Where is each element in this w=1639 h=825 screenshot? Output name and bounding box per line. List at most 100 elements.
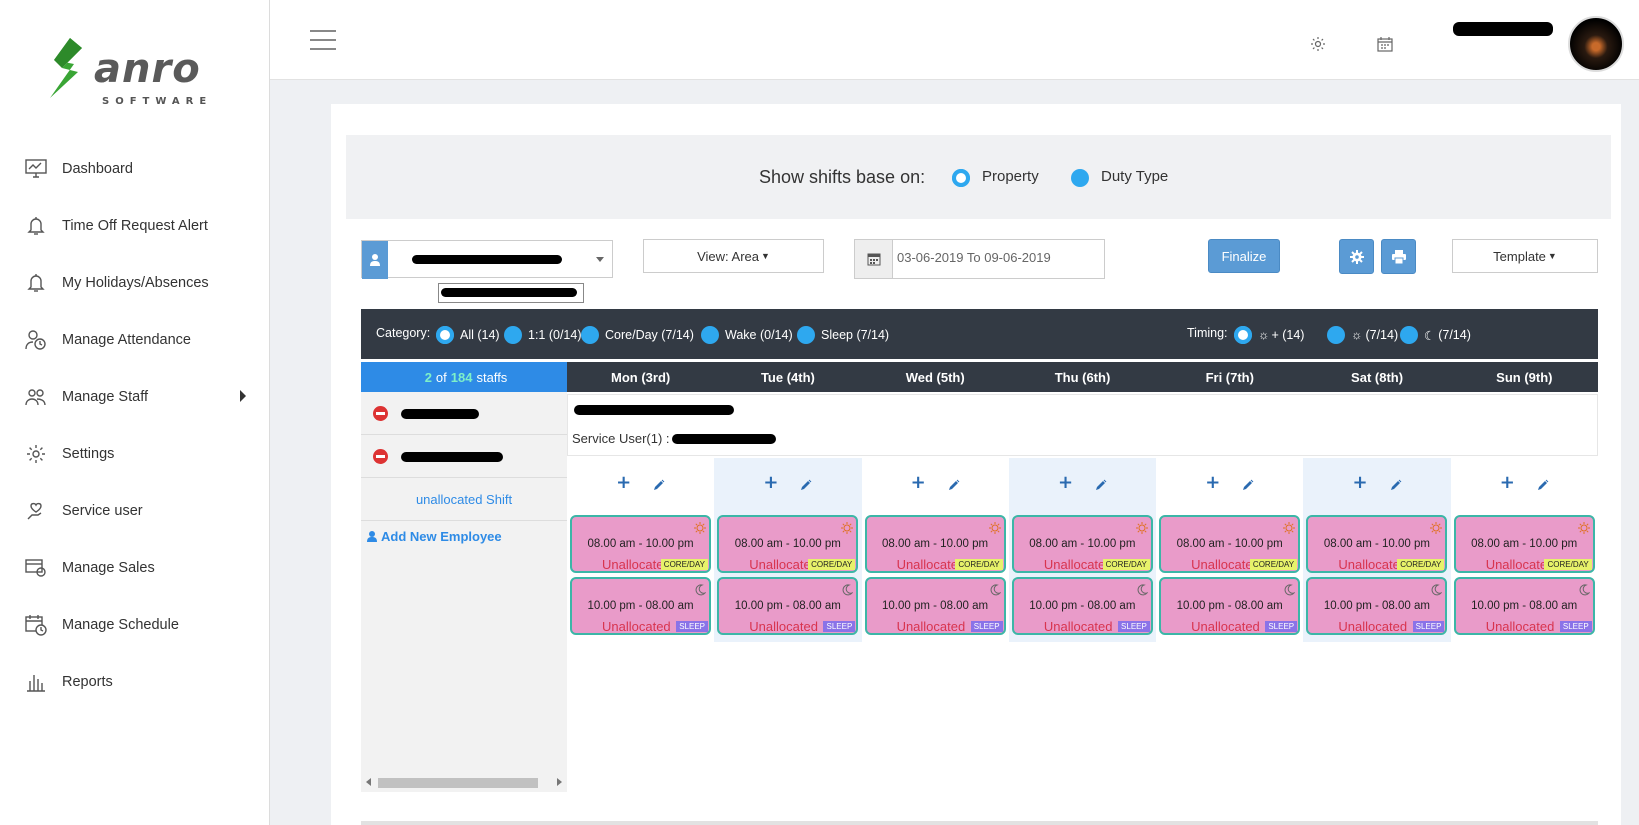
property-radio[interactable] <box>952 169 970 187</box>
sidebar-item-sales[interactable]: Manage Sales <box>0 539 270 596</box>
radio-timing-day[interactable] <box>1327 326 1345 344</box>
sidebar-item-settings[interactable]: Settings <box>0 425 270 482</box>
menu-toggle-icon[interactable] <box>310 30 336 50</box>
shift-card-night[interactable]: 10.00 pm - 08.00 am Unallocated SLEEP <box>1159 577 1301 635</box>
sidebar-item-staff[interactable]: Manage Staff <box>0 368 270 425</box>
shift-time: 08.00 am - 10.00 pm <box>1176 538 1283 550</box>
sidebar-item-label: Manage Schedule <box>62 616 179 633</box>
shift-card-day[interactable]: 08.00 am - 10.00 pm Unallocated CORE/DAY <box>1159 515 1301 573</box>
add-shift-icon[interactable]: + <box>911 474 926 495</box>
shift-tag: CORE/DAY <box>1102 559 1150 570</box>
shift-card-day[interactable]: 08.00 am - 10.00 pm Unallocated CORE/DAY <box>1011 515 1153 573</box>
scroll-right-icon[interactable] <box>557 778 562 786</box>
add-shift-icon[interactable]: + <box>616 474 631 495</box>
day-columns: +08.00 am - 10.00 pm Unallocated CORE/DAY 1… <box>567 458 1598 642</box>
shift-card-night[interactable]: 10.00 pm - 08.00 am Unallocated SLEEP <box>1011 577 1153 635</box>
shift-card-day[interactable]: 08.00 am - 10.00 pm Unallocated CORE/DAY <box>1306 515 1448 573</box>
sidebar-item-reports[interactable]: Reports <box>0 653 270 710</box>
shift-card-day[interactable]: 08.00 am - 10.00 pm Unallocated CORE/DAY <box>1453 515 1595 573</box>
radio-1to1[interactable] <box>504 326 522 344</box>
radio-sleep[interactable] <box>797 326 815 344</box>
sun-icon <box>988 519 1001 534</box>
date-range-input[interactable] <box>897 250 1097 265</box>
shift-card-day[interactable]: 08.00 am - 10.00 pm Unallocated CORE/DAY <box>717 515 859 573</box>
shift-card-night[interactable]: 10.00 pm - 08.00 am Unallocated SLEEP <box>1453 577 1595 635</box>
day-header: Mon (3rd) <box>611 369 671 385</box>
category-core-day[interactable]: Core/Day (7/14) <box>581 326 694 344</box>
shift-card-day[interactable]: 08.00 am - 10.00 pm Unallocated CORE/DAY <box>570 515 711 573</box>
user-name[interactable] <box>1453 22 1553 36</box>
shift-card-night[interactable]: 10.00 pm - 08.00 am Unallocated SLEEP <box>864 577 1006 635</box>
day-actions: + <box>1009 474 1156 495</box>
calendar-icon[interactable] <box>1377 36 1393 52</box>
add-shift-icon[interactable]: + <box>1500 474 1515 495</box>
timing-all[interactable]: ☼ + (14) <box>1234 326 1304 344</box>
view-area-dropdown[interactable]: View: Area ▼ <box>643 239 824 273</box>
day-actions: + <box>1451 474 1598 495</box>
shift-tag: CORE/DAY <box>1249 559 1298 570</box>
edit-icon[interactable] <box>1095 476 1107 495</box>
shift-card-night[interactable]: 10.00 pm - 08.00 am Unallocated SLEEP <box>570 577 711 635</box>
sidebar-item-schedule[interactable]: Manage Schedule <box>0 596 270 653</box>
add-shift-icon[interactable]: + <box>763 474 778 495</box>
template-dropdown[interactable]: Template ▼ <box>1452 239 1598 273</box>
edit-icon[interactable] <box>1390 476 1402 495</box>
service-user-label: Service User(1) : <box>572 431 670 446</box>
sidebar-item-service-user[interactable]: Service user <box>0 482 270 539</box>
radio-timing-all[interactable] <box>1234 326 1252 344</box>
edit-icon[interactable] <box>1242 476 1254 495</box>
add-new-employee-link[interactable]: Add New Employee <box>361 521 567 551</box>
sidebar-item-label: Settings <box>62 445 115 462</box>
timing-day[interactable]: ☼ (7/14) <box>1327 326 1398 344</box>
sidebar-item-dashboard[interactable]: Dashboard <box>0 140 270 197</box>
day-column: +08.00 am - 10.00 pm Unallocated CORE/DAY 1… <box>1451 458 1598 642</box>
timing-night[interactable]: ☾ (7/14) <box>1400 326 1471 344</box>
shift-time: 08.00 am - 10.00 pm <box>1323 538 1430 550</box>
scroll-left-icon[interactable] <box>366 778 371 786</box>
avatar[interactable] <box>1568 16 1624 72</box>
unallocated-shift-link[interactable]: unallocated Shift <box>361 478 567 521</box>
category-one-to-one[interactable]: 1:1 (0/14) <box>504 326 582 344</box>
shift-status: Unallocated <box>749 619 818 634</box>
print-button[interactable] <box>1381 239 1416 274</box>
edit-icon[interactable] <box>653 476 665 495</box>
edit-icon[interactable] <box>948 476 960 495</box>
add-shift-icon[interactable]: + <box>1353 474 1368 495</box>
settings-button[interactable] <box>1339 239 1374 274</box>
add-shift-icon[interactable]: + <box>1058 474 1073 495</box>
finalize-button[interactable]: Finalize <box>1208 239 1280 273</box>
shift-card-night[interactable]: 10.00 pm - 08.00 am Unallocated SLEEP <box>1306 577 1448 635</box>
shift-tag: SLEEP <box>1559 621 1592 632</box>
shift-card-night[interactable]: 10.00 pm - 08.00 am Unallocated SLEEP <box>717 577 859 635</box>
staff-row[interactable] <box>361 392 567 435</box>
radio-core-day[interactable] <box>581 326 599 344</box>
radio-all[interactable] <box>436 326 454 344</box>
remove-icon[interactable] <box>373 449 388 464</box>
sidebar-item-holidays[interactable]: My Holidays/Absences <box>0 254 270 311</box>
shift-time: 08.00 am - 10.00 pm <box>1471 538 1578 550</box>
horizontal-scrollbar[interactable] <box>361 774 567 790</box>
radio-wake[interactable] <box>701 326 719 344</box>
gear-icon[interactable] <box>1310 36 1326 52</box>
scroll-thumb[interactable] <box>378 778 538 788</box>
shift-card-day[interactable]: 08.00 am - 10.00 pm Unallocated CORE/DAY <box>864 515 1006 573</box>
sanro-logo[interactable]: anro SOFTWARE <box>48 38 218 110</box>
edit-icon[interactable] <box>800 476 812 495</box>
service-user-name <box>672 434 776 444</box>
sidebar-item-attendance[interactable]: Manage Attendance <box>0 311 270 368</box>
shift-tag: SLEEP <box>823 621 856 632</box>
property-select-value <box>412 255 562 264</box>
category-sleep[interactable]: Sleep (7/14) <box>797 326 889 344</box>
edit-icon[interactable] <box>1537 476 1549 495</box>
category-wake[interactable]: Wake (0/14) <box>701 326 793 344</box>
date-range-picker[interactable] <box>854 239 1105 279</box>
sun-icon <box>1283 519 1296 534</box>
sidebar-item-time-off[interactable]: Time Off Request Alert <box>0 197 270 254</box>
add-shift-icon[interactable]: + <box>1205 474 1220 495</box>
category-all[interactable]: All (14) <box>436 326 500 344</box>
property-select[interactable] <box>361 240 613 279</box>
duty-type-radio[interactable] <box>1071 169 1089 187</box>
staff-row[interactable] <box>361 435 567 478</box>
remove-icon[interactable] <box>373 406 388 421</box>
radio-timing-night[interactable] <box>1400 326 1418 344</box>
